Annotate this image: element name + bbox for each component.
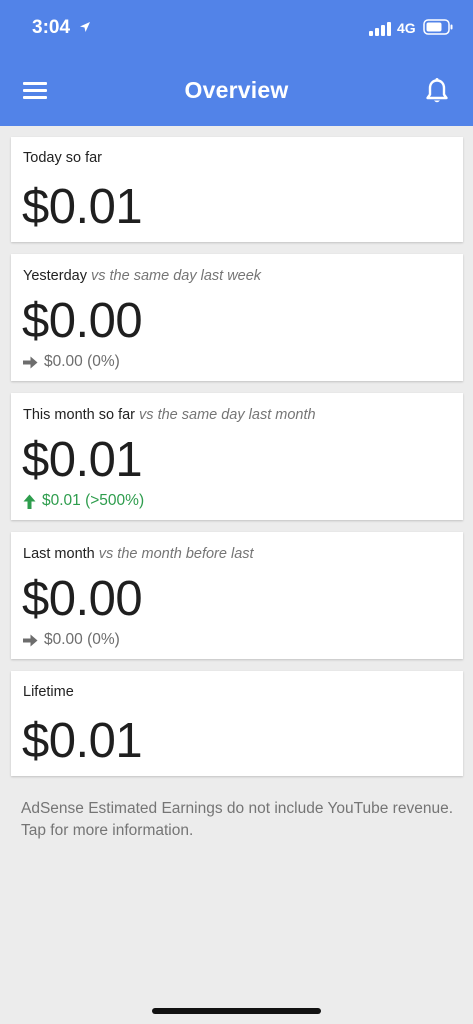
- battery-icon: [423, 19, 453, 35]
- signal-strength-icon: [369, 22, 391, 36]
- change-text: $0.01 (>500%): [42, 492, 145, 509]
- home-indicator[interactable]: [152, 1008, 321, 1014]
- app-header: 3:04 4G Overview: [0, 0, 473, 126]
- comparison-text: vs the month before last: [98, 546, 254, 562]
- earnings-card-today[interactable]: Today so far $0.01: [11, 137, 463, 242]
- network-type: 4G: [397, 20, 416, 36]
- earnings-card-lifetime[interactable]: Lifetime $0.01: [11, 671, 463, 776]
- earnings-value: $0.00: [22, 572, 143, 626]
- earnings-value: $0.01: [22, 433, 143, 487]
- card-label: Yesterday vs the same day last week: [23, 268, 262, 284]
- change-text: $0.00 (0%): [44, 631, 120, 648]
- change-indicator: $0.01 (>500%): [23, 492, 144, 510]
- change-text: $0.00 (0%): [44, 353, 120, 370]
- earnings-card-yesterday[interactable]: Yesterday vs the same day last week $0.0…: [11, 254, 463, 381]
- earnings-value: $0.00: [22, 294, 143, 348]
- card-label: Lifetime: [23, 684, 74, 700]
- location-arrow-icon: [80, 22, 90, 32]
- change-indicator: $0.00 (0%): [23, 353, 120, 371]
- comparison-text: vs the same day last week: [91, 268, 262, 284]
- earnings-footnote[interactable]: AdSense Estimated Earnings do not includ…: [21, 798, 461, 842]
- card-label: Today so far: [23, 150, 102, 166]
- earnings-value: $0.01: [22, 714, 143, 768]
- arrow-up-icon: [23, 494, 36, 509]
- earnings-value: $0.01: [22, 180, 143, 234]
- bell-icon[interactable]: [424, 77, 450, 105]
- earnings-card-last-month[interactable]: Last month vs the month before last $0.0…: [11, 532, 463, 659]
- arrow-right-icon: [23, 356, 38, 368]
- card-label: Last month vs the month before last: [23, 546, 254, 562]
- earnings-card-this-month[interactable]: This month so far vs the same day last m…: [11, 393, 463, 520]
- arrow-right-icon: [23, 634, 38, 646]
- card-label: This month so far vs the same day last m…: [23, 407, 316, 423]
- comparison-text: vs the same day last month: [139, 407, 316, 423]
- page-title: Overview: [184, 77, 289, 103]
- change-indicator: $0.00 (0%): [23, 631, 120, 649]
- status-time: 3:04: [32, 17, 71, 38]
